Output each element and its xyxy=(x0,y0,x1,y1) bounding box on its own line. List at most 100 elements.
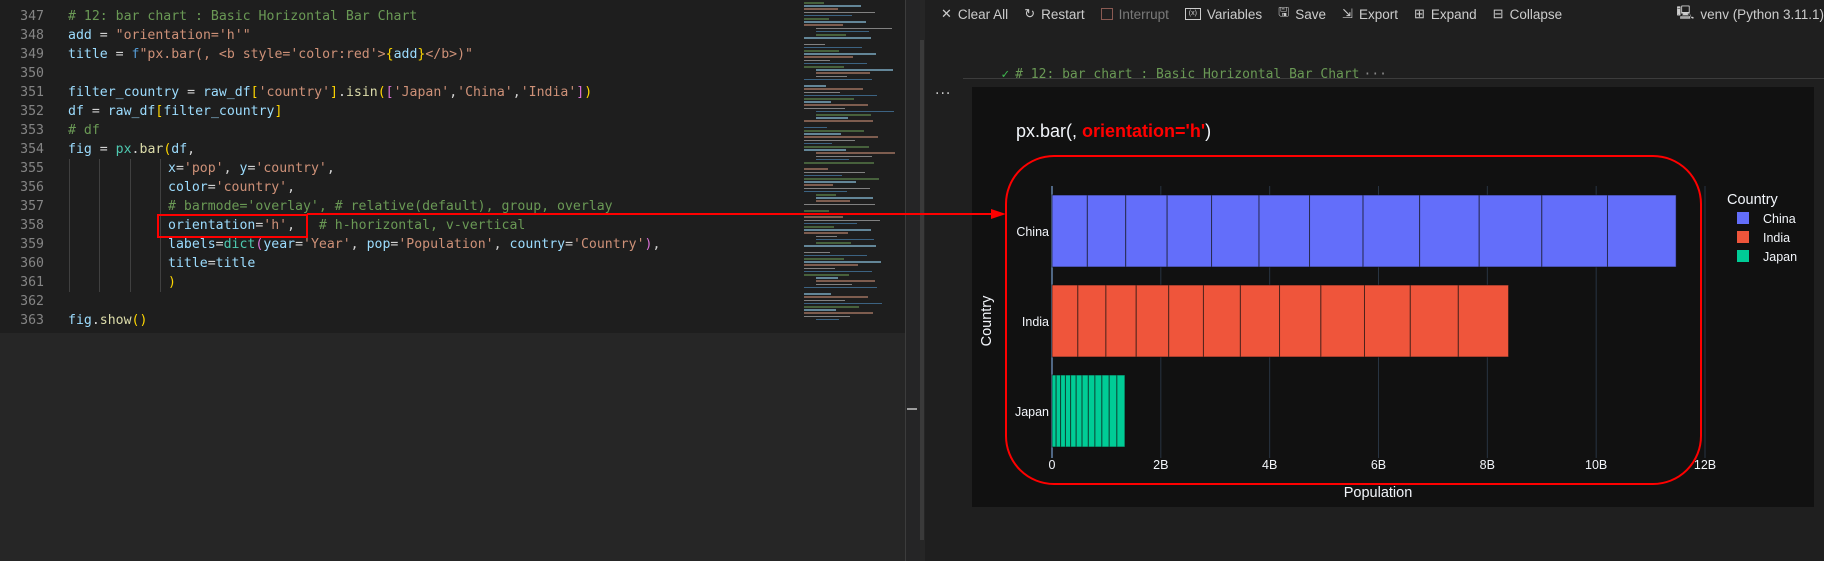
save-button[interactable]: 🖫 Save xyxy=(1278,3,1326,25)
code-text: filter_country = raw_df['country'].isin(… xyxy=(68,85,593,100)
minimap-line xyxy=(816,200,850,202)
minimap-line xyxy=(816,277,838,279)
output-scrollbar[interactable] xyxy=(920,40,924,540)
minimap-line xyxy=(804,245,876,247)
splitter-grip[interactable] xyxy=(907,408,917,410)
minimap-line xyxy=(804,11,875,14)
code-text: title=title xyxy=(168,256,256,271)
minimap-line xyxy=(816,238,874,241)
minimap-line xyxy=(804,5,861,7)
code-editor[interactable]: 347 # 12: bar chart : Basic Horizontal Ba… xyxy=(0,0,905,333)
minimap-line xyxy=(804,293,831,295)
plot-output[interactable] xyxy=(972,87,1814,507)
line-number: 359 xyxy=(20,237,44,252)
code-text: # barmode='overlay', # relative(default)… xyxy=(168,199,613,214)
minimap-line xyxy=(804,50,839,52)
minimap-line xyxy=(804,136,878,138)
kernel-label: venv (Python 3.11.1) xyxy=(1700,6,1824,22)
minimap-line xyxy=(816,27,892,30)
minimap-line xyxy=(804,88,863,90)
minimap-line xyxy=(804,56,853,58)
restart-button[interactable]: ↻ Restart xyxy=(1024,6,1084,22)
minimap-line xyxy=(804,274,849,276)
minimap-line xyxy=(804,107,845,110)
minimap-line xyxy=(816,318,839,321)
save-label: Save xyxy=(1295,6,1327,22)
minimap-line xyxy=(804,264,858,266)
code-text: x='pop', y='country', xyxy=(168,161,335,176)
minimap-line xyxy=(804,309,836,311)
minimap-line xyxy=(804,78,872,81)
restart-label: Restart xyxy=(1041,6,1085,22)
minimap-line xyxy=(804,302,882,305)
interrupt-button[interactable]: Interrupt xyxy=(1100,7,1169,22)
minimap-line xyxy=(804,267,835,270)
variables-button[interactable]: (x) Variables xyxy=(1184,7,1262,22)
minimap-line xyxy=(804,43,825,46)
export-button[interactable]: ⇲ Export xyxy=(1342,6,1398,22)
clear-all-button[interactable]: ✕ Clear All xyxy=(941,6,1008,22)
minimap-line xyxy=(816,75,847,78)
minimap-line xyxy=(804,98,854,100)
line-number: 361 xyxy=(20,275,44,290)
minimap-line xyxy=(804,229,871,231)
pane-splitter[interactable] xyxy=(905,0,920,561)
line-number: 356 xyxy=(20,180,44,195)
line-number: 347 xyxy=(20,9,44,24)
minimap-line xyxy=(804,21,866,23)
minimap-line xyxy=(804,133,841,135)
line-number: 358 xyxy=(20,218,44,233)
minimap-line xyxy=(804,62,867,65)
stop-icon xyxy=(1100,8,1113,20)
more-icon[interactable]: ··· xyxy=(1364,67,1387,82)
minimap-line xyxy=(804,101,831,103)
minimap-line xyxy=(804,37,871,39)
code-text: color='country', xyxy=(168,180,296,195)
cell-output-menu[interactable]: ··· xyxy=(935,86,951,102)
export-label: Export xyxy=(1358,6,1398,22)
minimap-line xyxy=(816,152,895,154)
minimap-line xyxy=(804,104,868,106)
minimap-line xyxy=(804,174,842,177)
minimap-line xyxy=(804,226,834,228)
line-number: 350 xyxy=(20,66,44,81)
minimap-line xyxy=(816,155,872,158)
line-number: 351 xyxy=(20,85,44,100)
minimap-line xyxy=(804,187,870,190)
minimap-line xyxy=(816,242,851,244)
minimap-line xyxy=(804,203,875,206)
minimap-line xyxy=(804,14,852,17)
collapse-button[interactable]: ⊟ Collapse xyxy=(1493,6,1562,22)
minimap-line xyxy=(804,181,856,183)
minimap-line xyxy=(804,261,881,263)
minimap-line xyxy=(804,85,826,87)
minimap-line xyxy=(816,280,875,282)
cell-header-text: # 12: bar chart : Basic Horizontal Bar C… xyxy=(1015,67,1360,82)
minimap-line xyxy=(816,158,849,161)
line-number: 348 xyxy=(20,28,44,43)
indent-guide xyxy=(69,159,70,292)
minimap-line xyxy=(804,312,873,314)
success-check-icon: ✓ xyxy=(1001,67,1010,82)
minimap-line xyxy=(804,171,865,174)
code-text: ) xyxy=(168,275,176,290)
minimap-line xyxy=(804,168,828,170)
minimap-line xyxy=(804,139,855,142)
empty-editor-area xyxy=(0,333,905,561)
code-text: fig.show() xyxy=(68,313,148,328)
minimap-line xyxy=(804,270,872,273)
line-number: 352 xyxy=(20,104,44,119)
code-text: orientation='h', # h-horizontal, v-verti… xyxy=(168,218,526,233)
minimap-line xyxy=(804,216,843,218)
kernel-selector[interactable]: 🖳 venv (Python 3.11.1) xyxy=(1676,0,1824,28)
minimap[interactable] xyxy=(802,0,905,333)
line-number: 355 xyxy=(20,161,44,176)
indent-guide xyxy=(160,159,161,292)
line-number: 349 xyxy=(20,47,44,62)
interactive-window: ✕ Clear All ↻ Restart Interrupt (x) Vari… xyxy=(925,0,1824,561)
minimap-line xyxy=(816,114,871,116)
minimap-line xyxy=(804,2,824,4)
expand-button[interactable]: ⊞ Expand xyxy=(1414,6,1477,22)
minimap-line xyxy=(804,130,864,132)
minimap-line xyxy=(804,178,879,180)
